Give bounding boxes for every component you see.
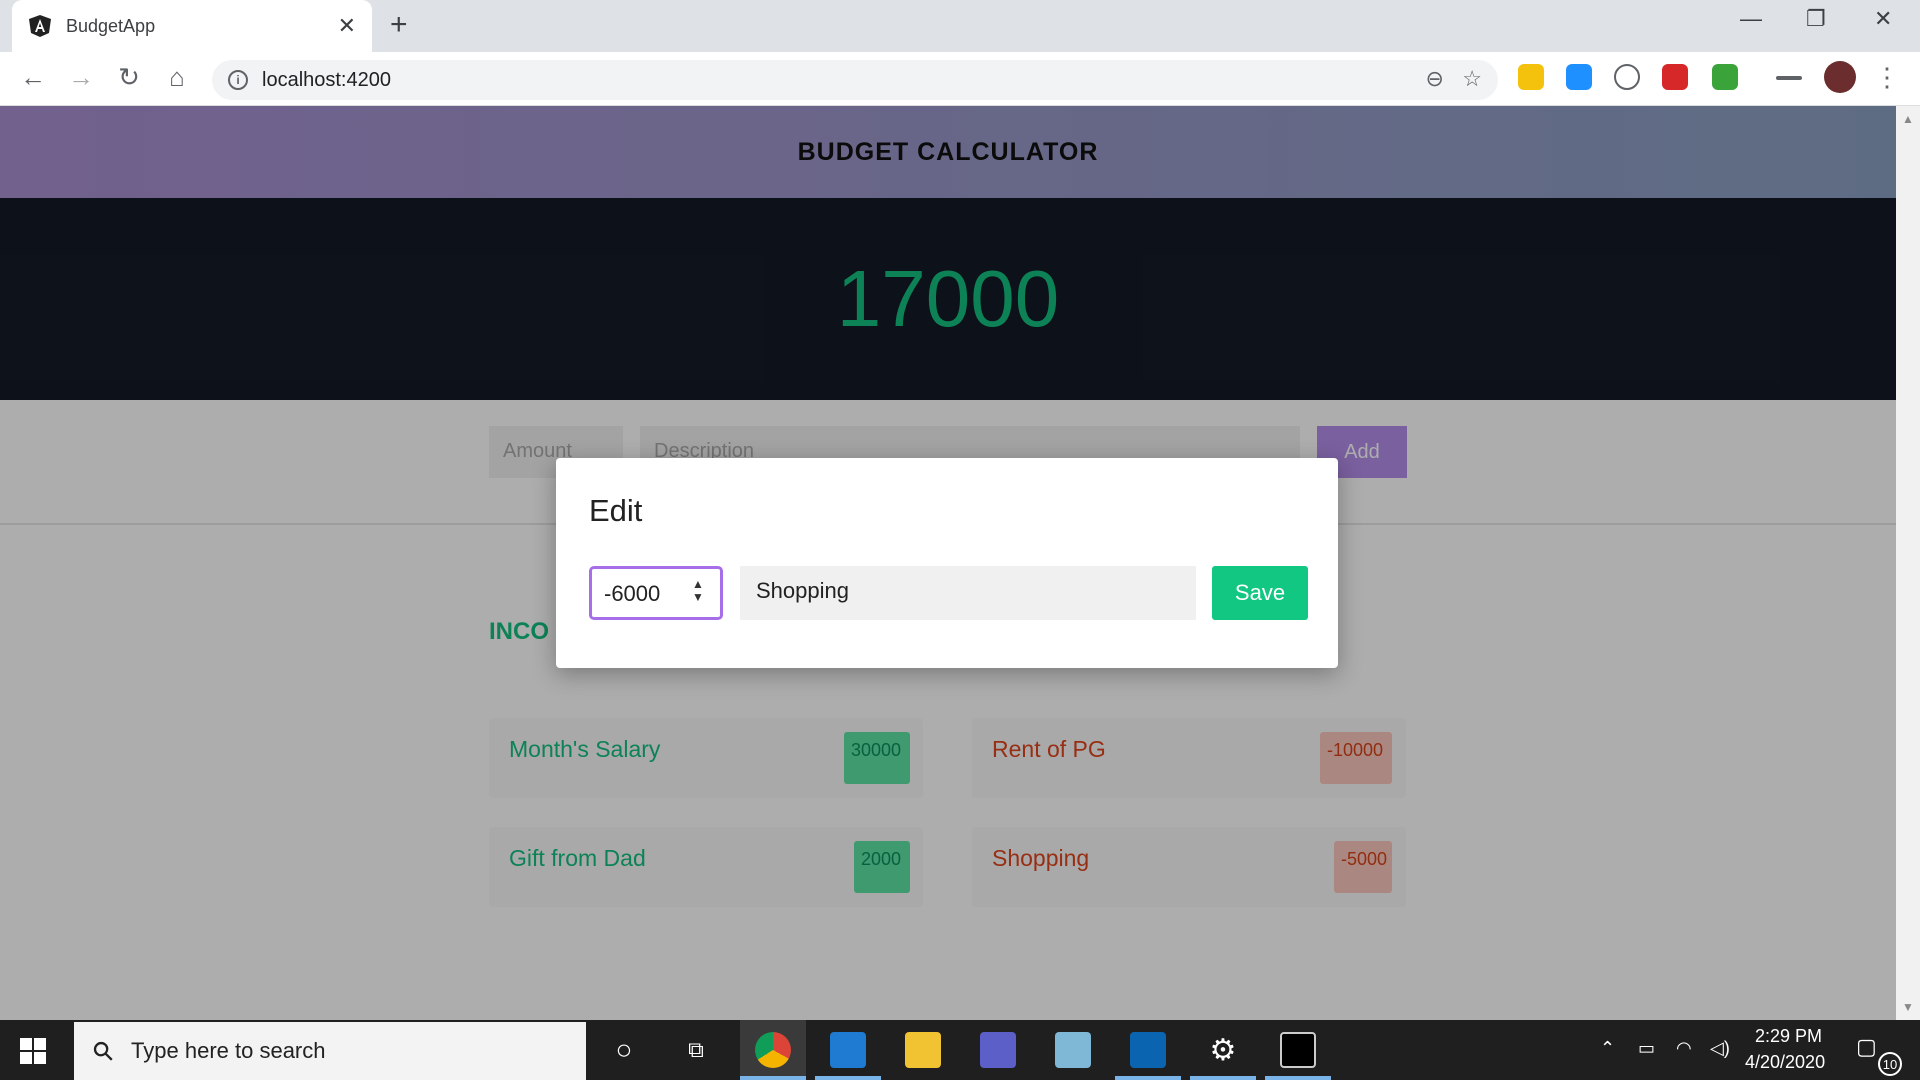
back-icon[interactable]: ← [16,62,50,93]
wifi-icon[interactable]: ◠ [1676,1038,1692,1059]
extension-lock-icon[interactable] [1712,64,1738,90]
reload-icon[interactable]: ↻ [112,62,146,93]
extension-v-icon[interactable] [1614,64,1640,90]
edit-dialog: Edit -6000 ▲ ▼ Shopping Save [556,458,1338,668]
address-bar[interactable]: i localhost:4200 ⊖ ☆ [212,60,1498,100]
teams-icon[interactable] [980,1032,1016,1068]
browser-tab[interactable]: BudgetApp ✕ [12,0,372,52]
clock-date[interactable]: 4/20/2020 [1745,1052,1825,1073]
tab-close-icon[interactable]: ✕ [338,13,356,39]
restore-icon[interactable]: ❐ [1806,6,1826,32]
taskbar-search[interactable]: ⚲ Type here to search [74,1022,586,1080]
show-hidden-icons-icon[interactable]: ⌃ [1600,1038,1615,1059]
angular-logo-icon [29,15,51,37]
terminal-running-indicator [1265,1076,1331,1080]
menu-dots-icon[interactable]: ⋮ [1870,62,1904,93]
save-button[interactable]: Save [1212,566,1308,620]
settings-running-indicator [1190,1076,1256,1080]
outlook-running-indicator [1115,1076,1181,1080]
outlook-icon[interactable] [1130,1032,1166,1068]
extension-windows-icon[interactable] [1566,64,1592,90]
browser-tab-bar: BudgetApp ✕ + — ❐ ✕ [0,0,1920,52]
chrome-running-indicator [740,1076,806,1080]
clock-time[interactable]: 2:29 PM [1755,1026,1822,1047]
settings-gear-icon[interactable]: ⚙ [1205,1032,1241,1068]
number-spinner-icon[interactable]: ▲ ▼ [692,578,704,604]
battery-icon[interactable]: ▭ [1638,1038,1655,1059]
task-view-icon[interactable]: ⧉ [678,1032,714,1068]
tab-title: BudgetApp [66,15,156,36]
zoom-and-bookmark-icons[interactable]: ⊖ ☆ [1426,66,1483,92]
media-control-icon[interactable] [1776,76,1802,80]
address-url: localhost:4200 [262,68,391,91]
windows-taskbar: ⚲ Type here to search ○ ⧉ ⚙ ⌃ ▭ ◠ ◁) 2:2… [0,1020,1920,1080]
windows-start-icon[interactable] [20,1038,46,1064]
search-placeholder: Type here to search [131,1038,326,1063]
page-content: BUDGET CALCULATOR 17000 Amount Descripti… [0,106,1896,1020]
search-icon: ⚲ [85,1033,121,1068]
terminal-icon[interactable] [1280,1032,1316,1068]
scroll-up-icon[interactable]: ▲ [1902,112,1914,126]
cortana-icon[interactable]: ○ [606,1032,642,1068]
extension-adblock-icon[interactable] [1662,64,1688,90]
vscode-icon[interactable] [830,1032,866,1068]
forward-icon[interactable]: → [64,62,98,93]
edit-description-input[interactable]: Shopping [740,566,1196,620]
scroll-down-icon[interactable]: ▼ [1902,1000,1914,1014]
file-explorer-icon[interactable] [905,1032,941,1068]
app-icon[interactable] [1055,1032,1091,1068]
dialog-title: Edit [589,493,643,528]
notification-icon[interactable]: ▢ [1856,1034,1877,1060]
profile-avatar[interactable] [1824,61,1856,93]
volume-icon[interactable]: ◁) [1710,1038,1730,1059]
home-icon[interactable]: ⌂ [160,62,194,93]
minimize-icon[interactable]: — [1740,6,1762,32]
notification-count-badge: 10 [1878,1052,1902,1076]
page-scrollbar[interactable]: ▲ ▼ [1896,106,1920,1020]
site-info-icon[interactable]: i [228,70,248,90]
close-window-icon[interactable]: ✕ [1874,6,1892,32]
extension-glasses-icon[interactable] [1518,64,1544,90]
new-tab-icon[interactable]: + [390,8,408,42]
vscode-running-indicator [815,1076,881,1080]
chrome-icon[interactable] [755,1032,791,1068]
